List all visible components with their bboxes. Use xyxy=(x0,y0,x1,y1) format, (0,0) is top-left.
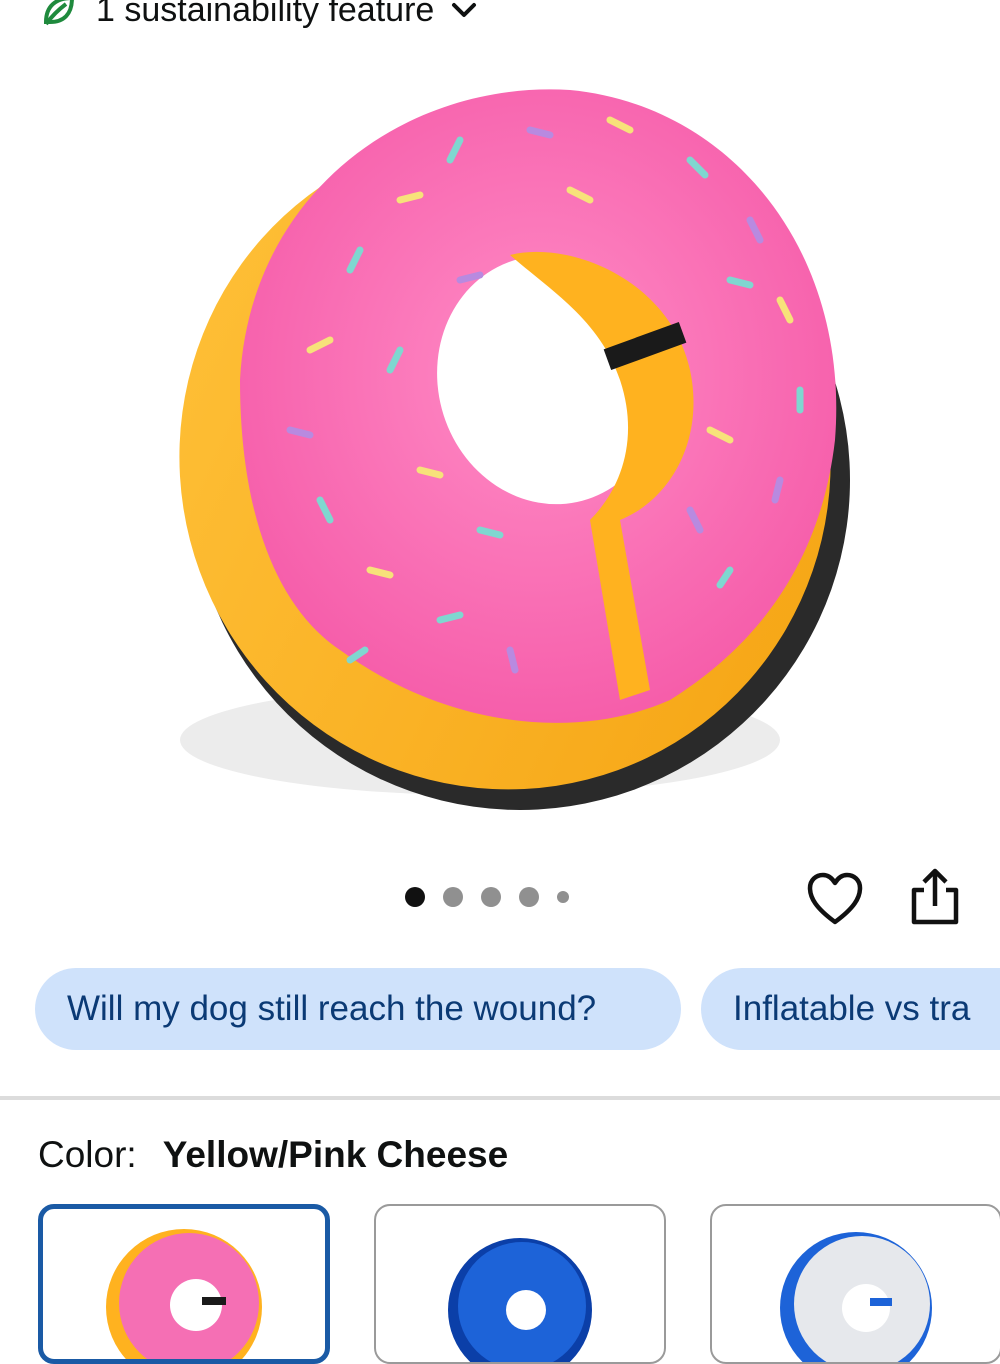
leaf-icon xyxy=(43,0,74,26)
sustainability-feature-link[interactable]: 1 sustainability feature xyxy=(40,0,478,32)
pager-dot[interactable] xyxy=(443,887,463,907)
sustainability-label: 1 sustainability feature xyxy=(96,0,435,29)
color-swatch-yellow-pink[interactable] xyxy=(38,1204,330,1364)
question-chip[interactable]: Will my dog still reach the wound? xyxy=(35,968,681,1050)
question-chip-label: Inflatable vs tra xyxy=(733,989,971,1028)
pager-dot[interactable] xyxy=(405,887,425,907)
color-selector-label: Color: Yellow/Pink Cheese xyxy=(38,1134,508,1176)
chevron-down-icon xyxy=(452,3,477,17)
share-icon[interactable] xyxy=(906,868,964,928)
color-swatch-white-blue[interactable] xyxy=(710,1204,1000,1364)
pager-dot[interactable] xyxy=(481,887,501,907)
swatch-image xyxy=(448,1238,592,1362)
question-chips: Will my dog still reach the wound? Infla… xyxy=(35,968,1000,1050)
question-chip-label: Will my dog still reach the wound? xyxy=(67,989,597,1028)
swatch-image xyxy=(106,1229,262,1359)
color-value: Yellow/Pink Cheese xyxy=(162,1134,509,1175)
pager-dot[interactable] xyxy=(557,891,569,903)
image-pager[interactable] xyxy=(405,887,569,907)
color-swatch-blue[interactable] xyxy=(374,1204,666,1364)
product-image[interactable] xyxy=(150,50,850,810)
color-label: Color: xyxy=(38,1134,137,1175)
section-divider xyxy=(0,1096,1000,1100)
heart-icon[interactable] xyxy=(806,870,864,928)
question-chip[interactable]: Inflatable vs tra xyxy=(701,968,1000,1050)
pager-dot[interactable] xyxy=(519,887,539,907)
swatch-image xyxy=(780,1232,932,1362)
